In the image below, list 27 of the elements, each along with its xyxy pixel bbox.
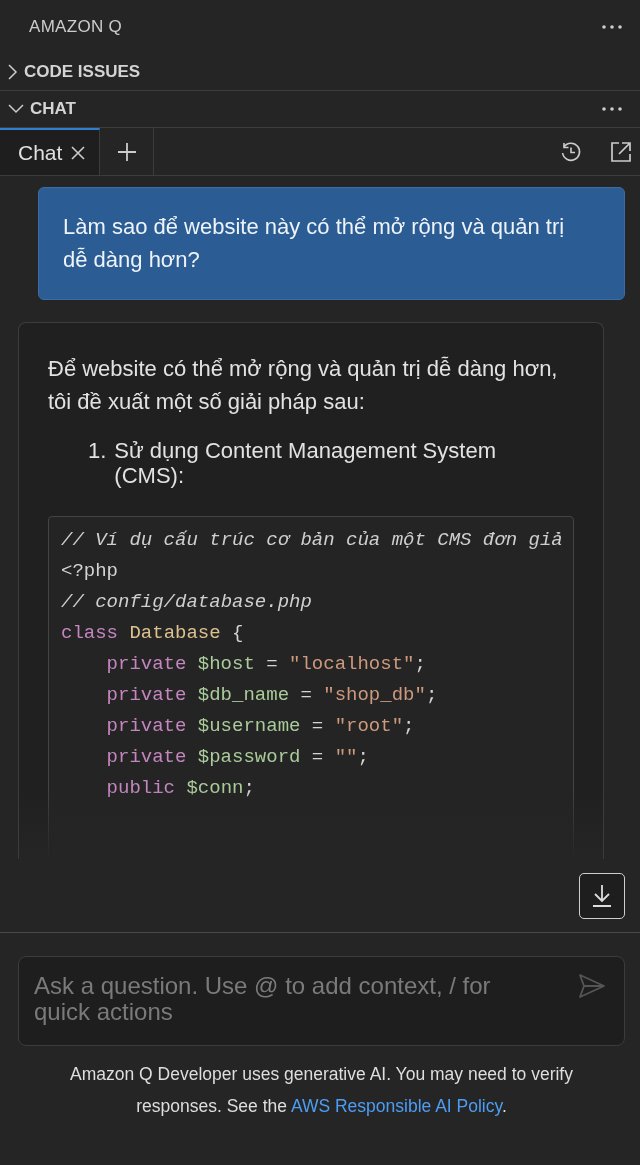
code-line: // Ví dụ cấu trúc cơ bản của một CMS đơn giả <box>61 528 563 553</box>
section-header[interactable]: CODE ISSUES <box>0 54 640 91</box>
list-item-text: Sử dụng Content Management System (CMS): <box>114 438 497 488</box>
code-line: private $host = "localhost"; <box>105 652 426 677</box>
list-number: 1. <box>88 438 107 465</box>
question-input-field[interactable]: Ask a question. Use @ to add context, / for quick actions <box>18 956 625 1046</box>
code-line: <?php <box>61 559 118 584</box>
policy-link[interactable]: AWS Responsible AI Policy <box>290 1096 502 1116</box>
close-icon[interactable] <box>70 144 87 161</box>
external-link-icon[interactable] <box>610 140 632 163</box>
more-icon[interactable] <box>601 24 623 30</box>
code-line: private $username = "root"; <box>105 714 415 739</box>
scroll-down-button[interactable] <box>579 873 625 919</box>
panel-title: AMAZON Q <box>29 17 123 37</box>
chat-tab[interactable]: Chat <box>0 128 100 175</box>
code-line: public $conn; <box>105 776 255 801</box>
code-line: // config/database.php <box>61 590 312 615</box>
code-line: class Database { <box>61 621 244 646</box>
user-message: Làm sao để website này có thể mở rộng và quản trị dễ dàng hơn? <box>38 187 625 300</box>
answer-text: Để website có thể mở rộng và quản trị dễ dàng hơn, tôi đề xuất một số giải pháp sau: <box>48 355 559 416</box>
plus-icon[interactable] <box>116 141 137 162</box>
download-icon <box>591 884 613 908</box>
code-line: private $password = ""; <box>105 745 369 770</box>
disclaimer-text: Amazon Q Developer uses generative AI. You may need to verify responses. See the AWS Responsible AI Policy. <box>69 1063 574 1118</box>
more-icon[interactable] <box>601 106 623 112</box>
history-icon[interactable] <box>560 140 582 163</box>
code-line: private $db_name = "shop_db"; <box>105 683 438 708</box>
